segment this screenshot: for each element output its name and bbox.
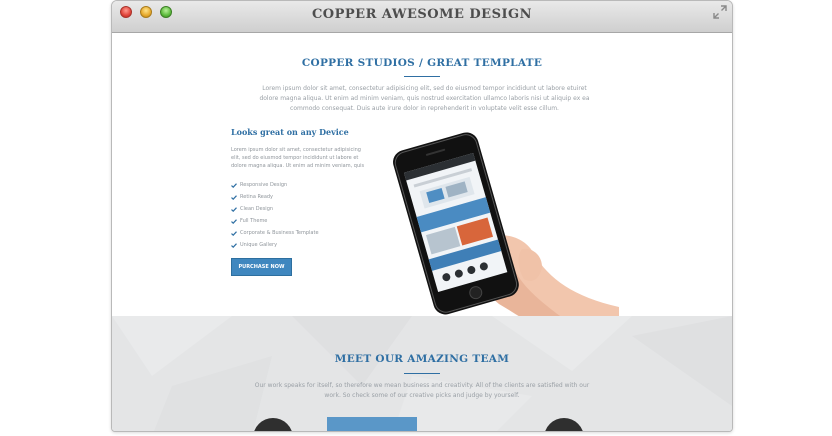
window-titlebar: COPPER AWESOME DESIGN [112,1,732,33]
feature-item: Retina Ready [231,191,319,203]
team-member-card[interactable] [327,417,417,431]
browser-window: COPPER AWESOME DESIGN COPPER STUDIOS / G… [111,0,733,432]
device-heading: Looks great on any Device [231,127,349,137]
hero-intro-text: Lorem ipsum dolor sit amet, consectetur … [259,85,590,112]
feature-label: Retina Ready [240,194,274,200]
team-background-pattern [112,316,732,431]
expand-icon[interactable] [713,5,727,19]
check-icon [231,230,237,236]
feature-label: Unique Gallery [240,242,278,248]
team-title-divider [404,373,440,374]
check-icon [231,182,237,188]
check-icon [231,242,237,248]
team-section: MEET OUR AMAZING TEAM Our work speaks fo… [112,316,732,431]
team-title: MEET OUR AMAZING TEAM [334,353,510,365]
feature-item: Clean Design [231,203,319,215]
hero-title-divider [404,76,440,77]
feature-item: Responsive Design [231,179,319,191]
feature-label: Corporate & Business Template [240,230,319,236]
feature-label: Full Theme [240,218,268,224]
team-description: Our work speaks for itself, so therefore… [254,382,590,399]
hero-section: COPPER STUDIOS / GREAT TEMPLATE Lorem ip… [112,33,732,319]
check-icon [231,206,237,212]
feature-item: Corporate & Business Template [231,227,319,239]
device-paragraph: Lorem ipsum dolor sit amet, consectetur … [231,147,365,169]
feature-label: Responsive Design [240,182,288,188]
feature-label: Clean Design [240,206,274,212]
phone-in-hand-image [393,132,619,319]
check-icon [231,218,237,224]
window-title: COPPER AWESOME DESIGN [311,7,533,22]
hero-title: COPPER STUDIOS / GREAT TEMPLATE [301,57,543,69]
feature-list: Responsive Design Retina Ready Clean Des… [231,179,319,251]
check-icon [231,194,237,200]
purchase-now-button[interactable]: PURCHASE NOW [231,258,292,276]
feature-item: Unique Gallery [231,239,319,251]
feature-item: Full Theme [231,215,319,227]
